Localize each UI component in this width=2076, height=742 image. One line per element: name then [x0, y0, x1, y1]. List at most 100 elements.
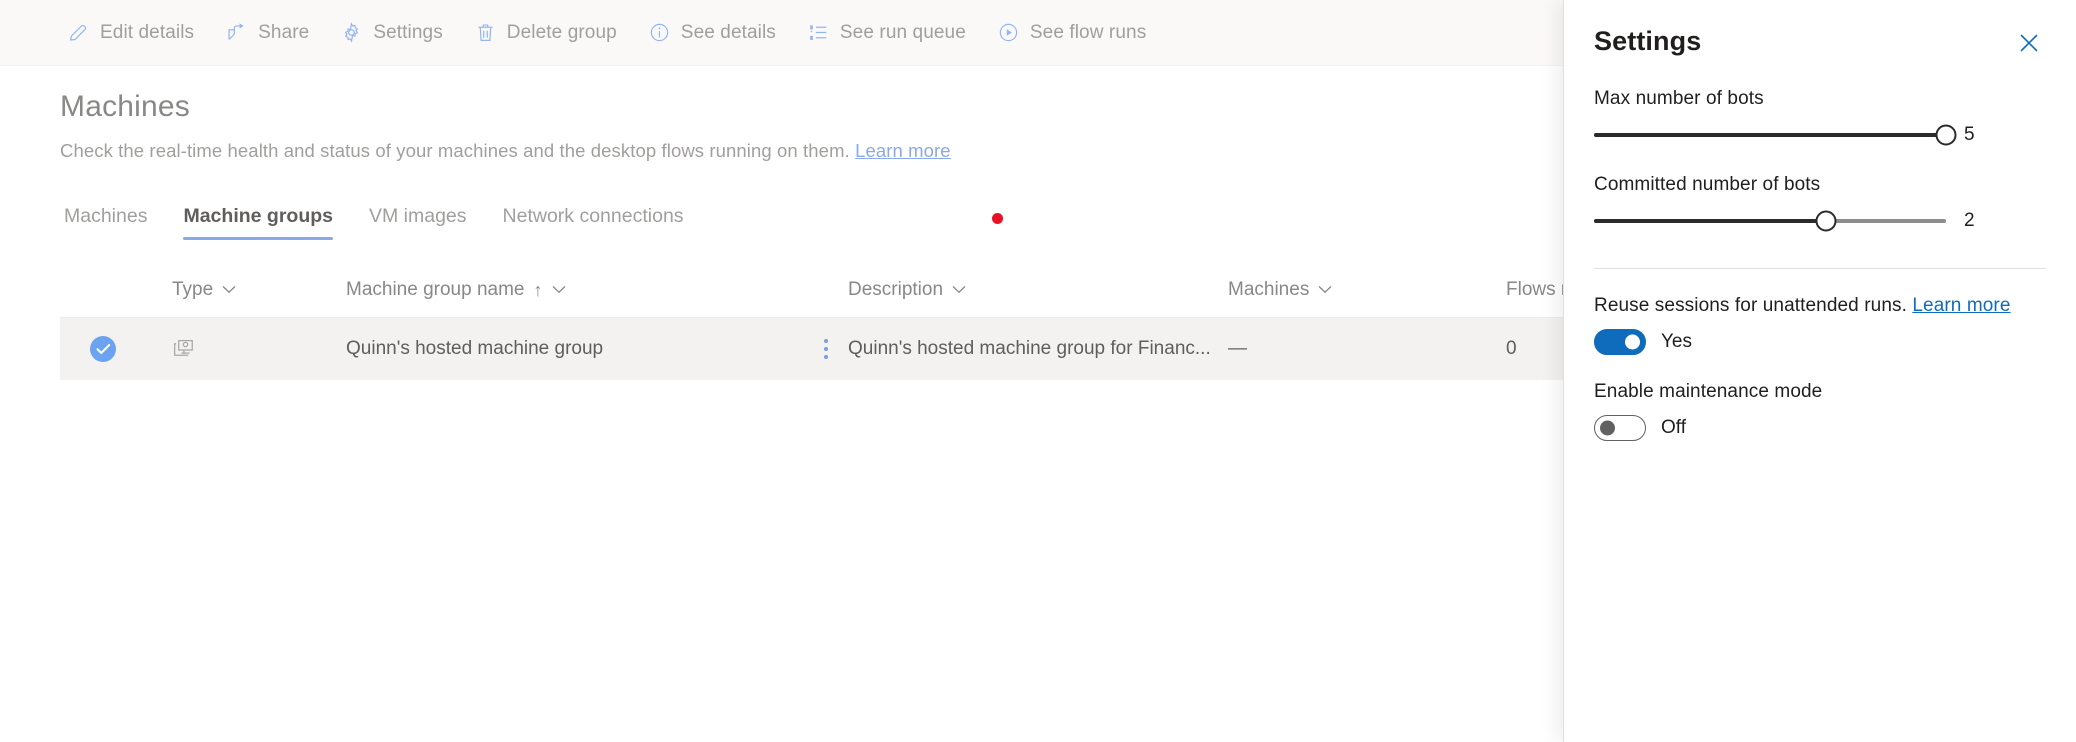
settings-label: Settings — [373, 21, 443, 43]
row-machines-text: — — [1228, 338, 1247, 359]
tab-machines[interactable]: Machines — [60, 205, 165, 240]
maintenance-mode-toggle[interactable] — [1594, 415, 1646, 441]
see-run-queue-label: See run queue — [839, 21, 966, 43]
tab-network-connections-label: Network connections — [502, 205, 684, 227]
chevron-down-icon — [952, 285, 966, 294]
settings-panel-title: Settings — [1594, 26, 1702, 56]
chevron-down-icon — [1318, 285, 1332, 294]
committed-bots-slider-row: 2 — [1594, 210, 2046, 232]
see-run-queue-button[interactable]: See run queue — [792, 0, 982, 65]
toggle-knob — [1625, 334, 1640, 350]
reuse-sessions-state: Yes — [1661, 331, 1692, 352]
row-description-text: Quinn's hosted machine group for Financ.… — [848, 338, 1211, 359]
tab-vm-images[interactable]: VM images — [351, 205, 485, 240]
reuse-sessions-toggle-row: Yes — [1594, 329, 2046, 355]
max-bots-slider-row: 5 — [1594, 124, 2046, 146]
reuse-sessions-text: Reuse sessions for unattended runs. — [1594, 295, 1907, 316]
maintenance-mode-state: Off — [1661, 417, 1686, 438]
gear-icon — [341, 22, 362, 43]
see-details-label: See details — [680, 21, 776, 43]
machine-group-icon — [172, 336, 199, 363]
page-description: Check the real-time health and status of… — [60, 140, 1563, 162]
see-details-button[interactable]: See details — [633, 0, 792, 65]
row-machines-cell: — — [1228, 338, 1506, 360]
table-header-row: Type Machine group name ↑ Description Ma… — [60, 262, 1578, 318]
close-icon — [2019, 33, 2039, 53]
share-icon — [226, 22, 247, 43]
see-flow-runs-button[interactable]: See flow runs — [982, 0, 1162, 65]
chevron-down-icon — [222, 285, 236, 294]
max-bots-slider[interactable] — [1594, 124, 1957, 146]
list-icon — [808, 22, 829, 43]
row-name-text: Quinn's hosted machine group — [346, 338, 604, 359]
play-circle-icon — [998, 22, 1019, 43]
maintenance-mode-label: Enable maintenance mode — [1594, 381, 1823, 402]
header-type-label: Type — [172, 278, 214, 300]
reuse-sessions-block: Reuse sessions for unattended runs. Lear… — [1594, 295, 2046, 355]
tab-machine-groups-label: Machine groups — [183, 205, 333, 227]
row-flows-running-cell: 0 — [1506, 338, 1563, 360]
tab-bar: Machines Machine groups VM images Networ… — [60, 192, 1563, 240]
row-select-checkbox[interactable] — [60, 336, 146, 362]
checkmark-icon — [90, 336, 116, 362]
delete-group-button[interactable]: Delete group — [459, 0, 633, 65]
tab-machines-label: Machines — [64, 205, 148, 227]
header-description[interactable]: Description — [848, 279, 1228, 301]
trash-icon — [475, 22, 496, 43]
row-name-cell: Quinn's hosted machine group — [324, 338, 848, 360]
settings-panel: Settings Max number of bots 5 Committed … — [1563, 0, 2076, 742]
header-machines-label: Machines — [1228, 278, 1310, 300]
share-button[interactable]: Share — [210, 0, 325, 65]
pencil-icon — [68, 22, 89, 43]
row-more-actions-button[interactable] — [824, 339, 828, 359]
close-panel-button[interactable] — [2012, 26, 2046, 60]
reuse-sessions-label: Reuse sessions for unattended runs. Lear… — [1594, 295, 2046, 317]
edit-details-button[interactable]: Edit details — [52, 0, 210, 65]
learn-more-link[interactable]: Learn more — [855, 140, 951, 161]
committed-bots-field: Committed number of bots 2 — [1594, 174, 2046, 232]
info-icon — [649, 22, 670, 43]
committed-bots-slider[interactable] — [1594, 210, 1946, 232]
max-bots-field: Max number of bots 5 — [1594, 88, 2046, 146]
table-row[interactable]: Quinn's hosted machine group Quinn's hos… — [60, 318, 1563, 380]
sort-ascending-icon: ↑ — [533, 279, 543, 300]
command-bar: Edit details Share Settings Delete group — [0, 0, 1563, 66]
header-machines[interactable]: Machines — [1228, 279, 1506, 301]
max-bots-label: Max number of bots — [1594, 88, 1764, 109]
slider-fill — [1594, 133, 1946, 137]
tab-machine-groups[interactable]: Machine groups — [165, 205, 351, 240]
header-type[interactable]: Type — [146, 279, 324, 301]
reuse-sessions-learn-more-link[interactable]: Learn more — [1912, 295, 2010, 316]
header-machine-group-name-label: Machine group name — [346, 278, 525, 300]
max-bots-value: 5 — [1964, 124, 1975, 145]
committed-bots-label: Committed number of bots — [1594, 174, 1821, 195]
chevron-down-icon — [552, 285, 566, 294]
committed-bots-value: 2 — [1964, 210, 1975, 231]
panel-divider — [1594, 268, 2046, 269]
settings-panel-header: Settings — [1594, 0, 2046, 60]
edit-details-label: Edit details — [100, 21, 195, 43]
share-label: Share — [258, 21, 310, 43]
slider-fill — [1594, 219, 1827, 223]
notification-dot — [991, 213, 1003, 224]
slider-thumb[interactable] — [1935, 124, 1957, 146]
app-root: Edit details Share Settings Delete group — [0, 0, 2076, 742]
toggle-knob — [1600, 420, 1615, 436]
row-flows-running-text: 0 — [1506, 338, 1517, 359]
tab-network-connections[interactable]: Network connections — [485, 205, 702, 240]
maintenance-mode-block: Enable maintenance mode Off — [1594, 381, 2046, 441]
row-description-cell: Quinn's hosted machine group for Financ.… — [848, 338, 1228, 360]
reuse-sessions-toggle[interactable] — [1594, 329, 1646, 355]
page-title: Machines — [60, 90, 190, 123]
delete-group-label: Delete group — [506, 21, 617, 43]
maintenance-mode-toggle-row: Off — [1594, 415, 2046, 441]
settings-button[interactable]: Settings — [325, 0, 458, 65]
page-description-text: Check the real-time health and status of… — [60, 140, 850, 161]
row-type-cell — [146, 336, 324, 363]
header-description-label: Description — [848, 278, 944, 300]
see-flow-runs-label: See flow runs — [1029, 21, 1147, 43]
machine-groups-table: Type Machine group name ↑ Description Ma… — [60, 262, 1578, 380]
slider-thumb[interactable] — [1815, 210, 1837, 232]
tab-vm-images-label: VM images — [369, 205, 467, 227]
header-machine-group-name[interactable]: Machine group name ↑ — [324, 279, 848, 301]
